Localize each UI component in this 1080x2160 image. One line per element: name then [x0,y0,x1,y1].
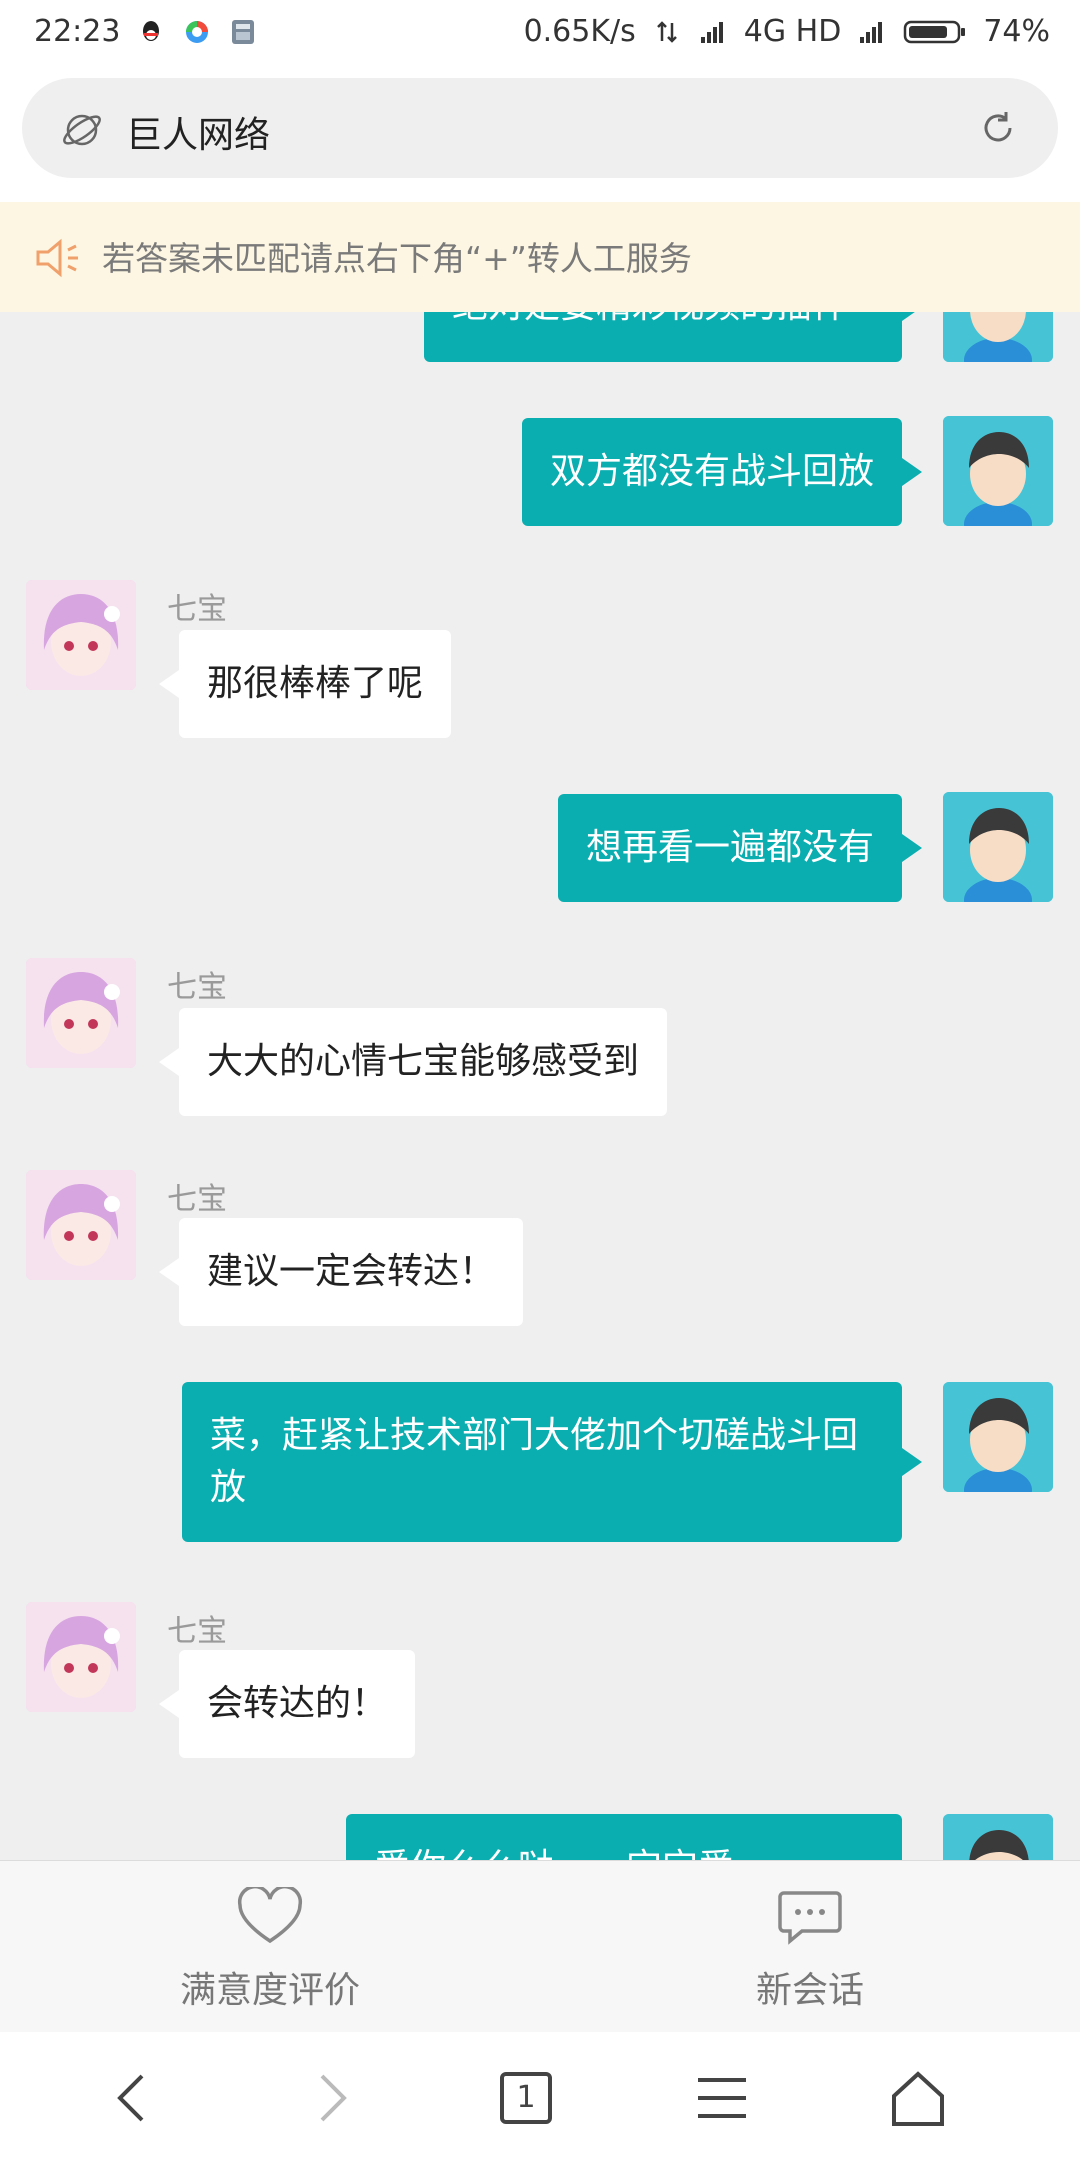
agent-name: 七宝 [167,1182,227,1217]
message-text: 大大的心情七宝能够感受到 [207,1041,640,1082]
agent-name: 七宝 [167,970,227,1005]
message-bubble-user: 菜，赶紧让技术部门大佬加个切磋战斗回放 [182,1382,922,1542]
agent-name: 七宝 [167,592,227,627]
battery-percent: 74% [983,14,1050,49]
signal-icon-2 [860,21,883,43]
agent-avatar-icon [26,958,136,1068]
address-bar[interactable]: 巨人网络 [22,78,1058,178]
calculator-icon [232,19,255,44]
message-text: 爱你么么哒……宝宝爱你！！！ [374,1847,734,1860]
rate-label: 满意度评价 [179,1970,360,2011]
new-chat-button[interactable]: 新会话 [660,1861,960,2033]
message-text: 那很棒棒了呢 [207,663,424,704]
status-bar: 22:23 0.65K/s 4G HD 74% [0,0,1080,66]
notice-text: 若答案未匹配请点右下角“+”转人工服务 [102,239,692,278]
agent-avatar[interactable] [26,1602,136,1712]
message-text: 双方都没有战斗回放 [549,451,874,492]
agent-avatar[interactable] [26,958,136,1068]
message-bubble-agent: 那很棒棒了呢 [158,630,452,738]
battery-icon [904,20,966,43]
menu-icon[interactable] [690,2066,754,2130]
agent-avatar[interactable] [26,580,136,690]
tabs-button[interactable]: 1 [494,2066,558,2130]
message-text: 菜，赶紧让技术部门大佬加个切磋战斗回放 [210,1415,859,1508]
user-avatar[interactable] [943,1382,1053,1492]
user-avatar-icon [943,312,1053,362]
new-chat-label: 新会话 [755,1970,864,2011]
user-avatar-icon [943,792,1053,902]
status-time: 22:23 [34,14,121,49]
agent-avatar[interactable] [26,1170,136,1280]
forward-icon[interactable] [298,2066,362,2130]
agent-avatar-icon [26,1170,136,1280]
message-text: 想再看一遍都没有 [585,827,874,868]
message-bubble-agent: 大大的心情七宝能够感受到 [158,1008,668,1116]
user-avatar[interactable] [943,792,1053,902]
agent-avatar-icon [26,1602,136,1712]
message-bubble-agent: 会转达的！ [158,1650,416,1758]
net-speed: 0.65K/s [523,14,636,49]
chat-messages[interactable]: 绝对是要精彩视频的插件 双方都没有战斗回放 七宝 那很棒棒了呢 想再看一遍都没有… [0,312,1080,1860]
message-bubble-agent: 建议一定会转达！ [158,1218,524,1326]
action-bar: 满意度评价 新会话 [0,1860,1080,2032]
user-avatar-icon [943,1382,1053,1492]
header: 巨人网络 [0,66,1080,202]
chat-bubble-icon [778,1891,842,1945]
reload-icon[interactable] [978,108,1018,148]
home-icon[interactable] [886,2066,950,2130]
speaker-icon [36,238,78,278]
heart-icon [237,1887,303,1944]
signal-icon [700,21,723,43]
message-bubble-user: 双方都没有战斗回放 [521,418,923,526]
user-avatar[interactable] [943,416,1053,526]
browser-nav-bar: 1 [0,2032,1080,2160]
page-title: 巨人网络 [126,115,271,156]
message-bubble-user: 想再看一遍都没有 [557,794,923,902]
user-avatar[interactable] [943,1814,1053,1860]
network-type: 4G HD [743,14,842,49]
user-avatar-icon [943,1814,1053,1860]
user-avatar-icon [943,416,1053,526]
back-icon[interactable] [102,2066,166,2130]
message-text: 绝对是要精彩视频的插件 [452,312,848,326]
agent-name: 七宝 [167,1614,227,1649]
message-text: 建议一定会转达！ [207,1251,496,1292]
message-bubble-user: 绝对是要精彩视频的插件 [424,312,922,362]
data-transfer-icon [656,20,677,43]
browser-app-icon [186,20,209,43]
message-text: 会转达的！ [207,1683,388,1724]
tab-count: 1 [516,2080,536,2115]
planet-icon [63,114,101,146]
user-avatar[interactable] [943,312,1053,362]
agent-avatar-icon [26,580,136,690]
qq-icon [143,20,160,41]
rate-button[interactable]: 满意度评价 [120,1861,420,2033]
message-bubble-user: 爱你么么哒……宝宝爱你！！！ [346,1814,902,1860]
notice-banner: 若答案未匹配请点右下角“+”转人工服务 [0,202,1080,312]
